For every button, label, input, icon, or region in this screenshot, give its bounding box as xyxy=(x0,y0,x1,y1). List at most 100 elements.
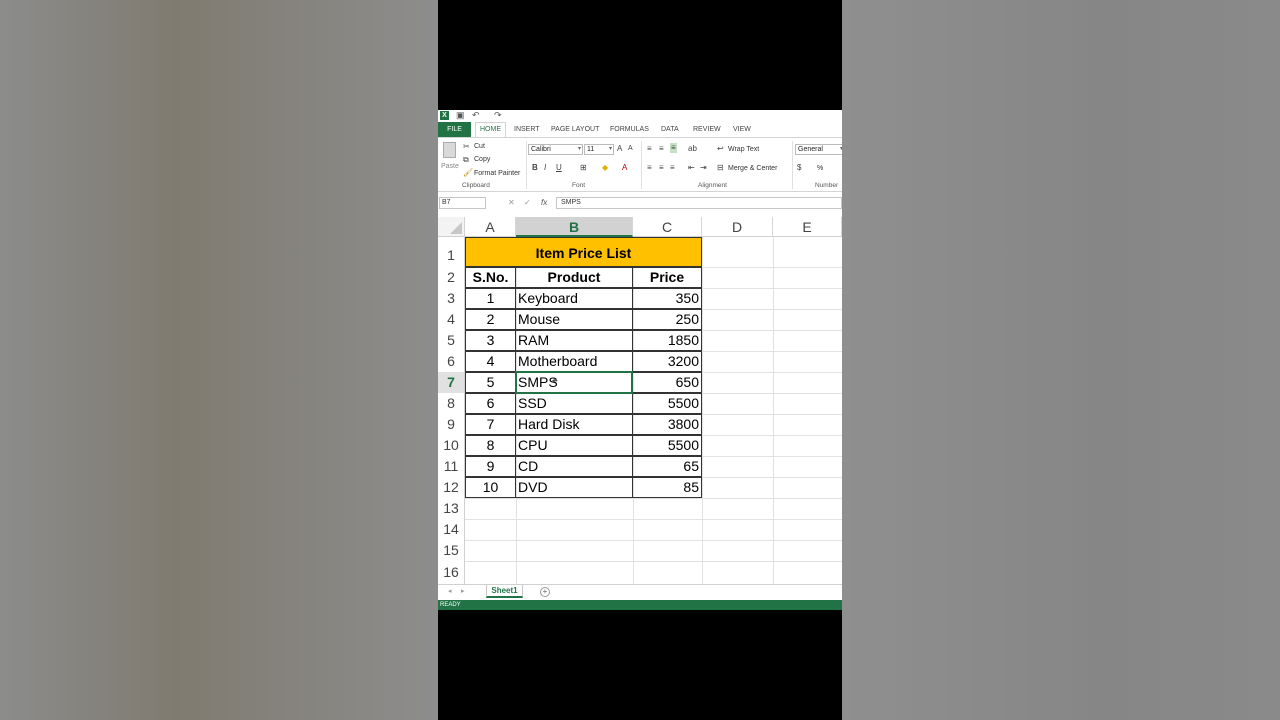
font-color-icon[interactable]: A xyxy=(622,163,627,173)
formula-input[interactable]: SMPS xyxy=(556,197,842,209)
align-bottom-icon[interactable]: ≡ xyxy=(670,143,677,153)
tab-data[interactable]: DATA xyxy=(657,122,683,137)
sno-cell[interactable]: 5 xyxy=(465,372,516,393)
align-left-icon[interactable]: ≡ xyxy=(647,163,652,173)
insert-function-icon[interactable]: fx xyxy=(541,197,547,209)
header-product[interactable]: Product xyxy=(515,267,633,288)
prev-sheet-icon[interactable]: ◂ xyxy=(448,587,452,595)
font-name-combo[interactable]: Calibri xyxy=(528,144,583,155)
row-header-10[interactable]: 10 xyxy=(438,435,465,456)
increase-indent-icon[interactable]: ⇥ xyxy=(700,163,707,173)
row-header-7[interactable]: 7 xyxy=(438,372,465,393)
sno-cell[interactable]: 9 xyxy=(465,456,516,477)
copy-button[interactable]: Copy xyxy=(474,155,490,164)
row-header-2[interactable]: 2 xyxy=(438,267,465,288)
row-header-15[interactable]: 15 xyxy=(438,540,465,561)
percent-style-button[interactable]: % xyxy=(817,164,823,173)
product-cell[interactable]: CD xyxy=(515,456,633,477)
product-cell[interactable]: RAM xyxy=(515,330,633,351)
name-box[interactable]: B7 xyxy=(439,197,486,209)
price-cell[interactable]: 350 xyxy=(632,288,702,309)
column-header-b[interactable]: B xyxy=(516,217,633,237)
tab-review[interactable]: REVIEW xyxy=(689,122,725,137)
fill-color-icon[interactable]: ◆ xyxy=(602,163,608,173)
sno-cell[interactable]: 8 xyxy=(465,435,516,456)
product-cell[interactable]: Motherboard xyxy=(515,351,633,372)
merge-center-button[interactable]: Merge & Center xyxy=(728,164,777,173)
column-header-a[interactable]: A xyxy=(465,217,516,237)
align-center-icon[interactable]: ≡ xyxy=(659,163,664,173)
price-cell[interactable]: 5500 xyxy=(632,393,702,414)
row-header-14[interactable]: 14 xyxy=(438,519,465,540)
row-header-16[interactable]: 16 xyxy=(438,561,465,584)
number-format-combo[interactable]: General xyxy=(795,144,842,155)
price-cell[interactable]: 65 xyxy=(632,456,702,477)
row-header-12[interactable]: 12 xyxy=(438,477,465,498)
sno-cell[interactable]: 10 xyxy=(465,477,516,498)
sno-cell[interactable]: 6 xyxy=(465,393,516,414)
product-cell[interactable]: DVD xyxy=(515,477,633,498)
next-sheet-icon[interactable]: ▸ xyxy=(461,587,465,595)
header-price[interactable]: Price xyxy=(632,267,702,288)
undo-icon[interactable]: ↶ xyxy=(472,110,480,121)
sno-cell[interactable]: 2 xyxy=(465,309,516,330)
row-header-9[interactable]: 9 xyxy=(438,414,465,435)
sheet-tab-sheet1[interactable]: Sheet1 xyxy=(486,585,523,598)
product-cell[interactable]: CPU xyxy=(515,435,633,456)
worksheet-grid[interactable]: A B C D E 1 2 3 4 5 6 7 8 9 10 11 12 13 14 15 16 Item P… xyxy=(438,217,842,585)
orientation-icon[interactable]: ab xyxy=(688,144,697,154)
product-cell[interactable]: Mouse xyxy=(515,309,633,330)
product-cell[interactable]: Hard Disk xyxy=(515,414,633,435)
tab-home[interactable]: HOME xyxy=(475,122,506,137)
align-right-icon[interactable]: ≡ xyxy=(670,163,675,173)
tab-formulas[interactable]: FORMULAS xyxy=(606,122,653,137)
price-cell[interactable]: 650 xyxy=(632,372,702,393)
row-header-6[interactable]: 6 xyxy=(438,351,465,372)
borders-icon[interactable]: ⊞ xyxy=(580,163,587,173)
row-header-8[interactable]: 8 xyxy=(438,393,465,414)
row-header-13[interactable]: 13 xyxy=(438,498,465,519)
select-all-corner[interactable] xyxy=(438,217,465,237)
row-header-5[interactable]: 5 xyxy=(438,330,465,351)
enter-icon[interactable]: ✓ xyxy=(524,197,531,209)
shrink-font-icon[interactable]: A xyxy=(628,144,633,154)
wrap-text-button[interactable]: Wrap Text xyxy=(728,145,759,154)
add-sheet-icon[interactable]: + xyxy=(540,587,550,597)
price-cell[interactable]: 3800 xyxy=(632,414,702,435)
decrease-indent-icon[interactable]: ⇤ xyxy=(688,163,695,173)
tab-insert[interactable]: INSERT xyxy=(510,122,544,137)
accounting-format-icon[interactable]: $ xyxy=(797,163,801,173)
save-icon[interactable]: ▣ xyxy=(456,110,465,121)
price-cell[interactable]: 85 xyxy=(632,477,702,498)
price-cell[interactable]: 5500 xyxy=(632,435,702,456)
redo-icon[interactable]: ↷ xyxy=(494,110,502,121)
underline-icon[interactable]: U xyxy=(556,163,562,173)
font-size-combo[interactable]: 11 xyxy=(584,144,614,155)
product-cell[interactable]: SSD xyxy=(515,393,633,414)
cut-button[interactable]: Cut xyxy=(474,142,485,151)
row-header-4[interactable]: 4 xyxy=(438,309,465,330)
table-title[interactable]: Item Price List xyxy=(465,237,702,267)
cancel-icon[interactable]: ✕ xyxy=(508,197,515,209)
paste-icon[interactable] xyxy=(443,142,456,158)
grow-font-icon[interactable]: A xyxy=(617,144,622,154)
row-header-1[interactable]: 1 xyxy=(438,237,465,267)
italic-icon[interactable]: I xyxy=(544,163,546,173)
sno-cell[interactable]: 4 xyxy=(465,351,516,372)
tab-file[interactable]: FILE xyxy=(438,122,471,137)
price-cell[interactable]: 3200 xyxy=(632,351,702,372)
column-header-e[interactable]: E xyxy=(773,217,842,237)
sno-cell[interactable]: 7 xyxy=(465,414,516,435)
paste-button-label[interactable]: Paste xyxy=(441,162,459,171)
bold-icon[interactable]: B xyxy=(532,163,538,173)
align-middle-icon[interactable]: ≡ xyxy=(659,144,664,154)
price-cell[interactable]: 250 xyxy=(632,309,702,330)
sno-cell[interactable]: 1 xyxy=(465,288,516,309)
tab-view[interactable]: VIEW xyxy=(729,122,755,137)
row-header-3[interactable]: 3 xyxy=(438,288,465,309)
product-cell[interactable]: Keyboard xyxy=(515,288,633,309)
price-cell[interactable]: 1850 xyxy=(632,330,702,351)
column-header-c[interactable]: C xyxy=(633,217,702,237)
align-top-icon[interactable]: ≡ xyxy=(647,144,652,154)
active-cell-b7[interactable] xyxy=(515,371,633,394)
